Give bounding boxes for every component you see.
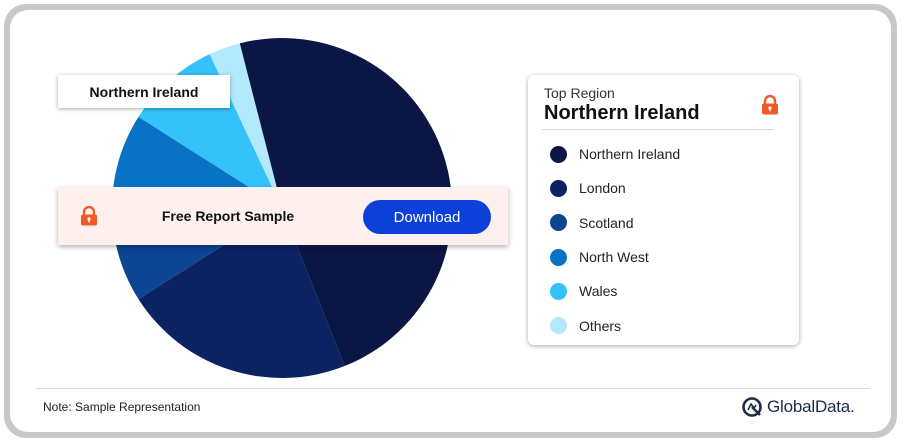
legend-swatch bbox=[550, 145, 567, 163]
globaldata-logo-icon bbox=[742, 397, 762, 417]
legend-item: North West bbox=[550, 240, 680, 274]
download-button[interactable]: Download bbox=[363, 200, 491, 234]
legend-item-label: North West bbox=[579, 249, 649, 266]
legend-title: Northern Ireland bbox=[544, 102, 700, 124]
lock-icon bbox=[762, 95, 778, 115]
legend-subtitle: Top Region bbox=[544, 85, 615, 101]
legend-item-label: Northern Ireland bbox=[579, 146, 681, 163]
legend-item: Scotland bbox=[550, 206, 680, 240]
legend-item-label: Wales bbox=[579, 283, 618, 300]
globaldata-logo[interactable]: GlobalData. bbox=[741, 396, 855, 418]
pie-callout: Northern Ireland bbox=[58, 75, 230, 108]
legend-divider bbox=[542, 129, 774, 130]
legend-panel: Top Region Northern Ireland Northern Ire… bbox=[528, 75, 799, 345]
lock-icon bbox=[81, 206, 97, 226]
legend-swatch bbox=[550, 179, 567, 197]
footer-divider bbox=[36, 388, 870, 389]
banner-title: Free Report Sample bbox=[161, 208, 295, 224]
legend-list: Northern Ireland London Scotland North W… bbox=[550, 137, 680, 343]
legend-item-label: Others bbox=[579, 317, 622, 334]
legend-swatch bbox=[550, 282, 567, 300]
legend-swatch bbox=[550, 317, 567, 335]
footer-note: Note: Sample Representation bbox=[43, 400, 201, 414]
brand-name: GlobalData. bbox=[767, 397, 855, 416]
callout-label: Northern Ireland bbox=[89, 83, 199, 100]
legend-item-label: Scotland bbox=[579, 214, 634, 231]
legend-item: Others bbox=[550, 308, 680, 342]
free-report-banner: Free Report Sample Download bbox=[58, 187, 508, 245]
legend-item: London bbox=[550, 171, 680, 205]
legend-swatch bbox=[550, 248, 567, 266]
legend-item: Wales bbox=[550, 274, 680, 308]
legend-swatch bbox=[550, 214, 567, 232]
legend-item-label: London bbox=[579, 180, 626, 197]
legend-item: Northern Ireland bbox=[550, 137, 680, 171]
